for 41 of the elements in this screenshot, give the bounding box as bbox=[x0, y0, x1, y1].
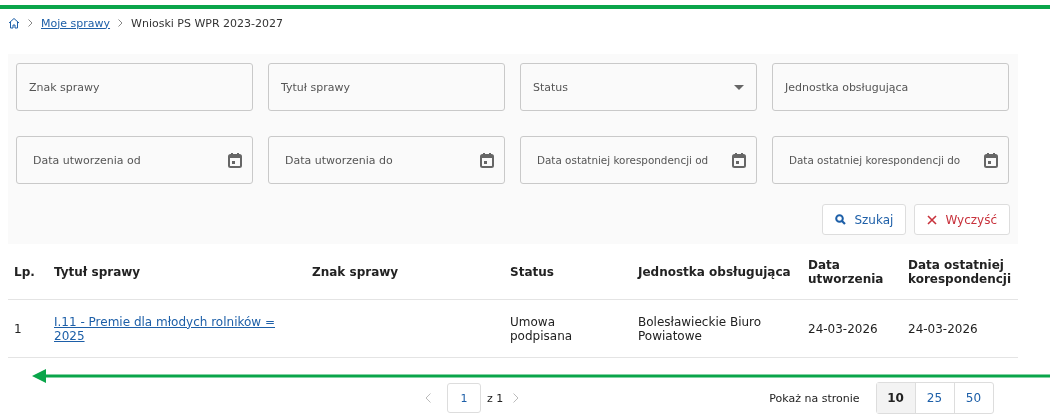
calendar-icon[interactable] bbox=[984, 152, 998, 168]
date-field[interactable]: Data utworzenia do bbox=[268, 136, 505, 184]
column-header: Data utworzenia bbox=[802, 244, 902, 300]
input-field[interactable]: Tytuł sprawy bbox=[268, 63, 505, 111]
home-icon[interactable] bbox=[8, 17, 20, 29]
column-header: Jednostka obsługująca bbox=[632, 244, 802, 300]
column-header: Tytuł sprawy bbox=[48, 244, 306, 300]
date-field[interactable]: Data utworzenia od bbox=[16, 136, 253, 184]
input-field[interactable]: Znak sprawy bbox=[16, 63, 253, 111]
page-size-option[interactable]: 50 bbox=[953, 383, 993, 413]
column-header: Lp. bbox=[8, 244, 48, 300]
column-header: Status bbox=[504, 244, 632, 300]
page-count: z 1 bbox=[487, 391, 504, 405]
status-dropdown[interactable]: Status bbox=[520, 63, 757, 111]
search-icon bbox=[835, 214, 847, 225]
table-cell: 24-03-2026 bbox=[908, 321, 978, 336]
table-cell: Bolesławieckie Biuro Powiatowe bbox=[638, 314, 762, 343]
breadcrumb-link[interactable]: Moje sprawy bbox=[41, 16, 111, 30]
page-number[interactable]: 1 bbox=[447, 383, 481, 413]
page-size-option[interactable]: 25 bbox=[914, 383, 954, 413]
table-cell: 24-03-2026 bbox=[808, 321, 878, 336]
page-size-label: Pokaż na stronie bbox=[769, 391, 860, 405]
date-field[interactable]: Data ostatniej korespondencji do bbox=[772, 136, 1009, 184]
search-button[interactable]: Szukaj bbox=[822, 204, 907, 235]
case-title-link[interactable]: I.11 - Premie dla młodych rolników = 2025 bbox=[54, 314, 284, 343]
chevron-icon bbox=[28, 19, 33, 27]
date-field[interactable]: Data ostatniej korespondencji od bbox=[520, 136, 757, 184]
breadcrumb-current: Wnioski PS WPR 2023-2027 bbox=[131, 16, 284, 30]
dropdown-caret-icon[interactable] bbox=[734, 84, 744, 90]
table-cell: 1 bbox=[14, 321, 22, 336]
clear-button[interactable]: Wyczyść bbox=[914, 204, 1010, 235]
close-icon bbox=[927, 214, 938, 225]
table-cell-text: Umowa podpisana bbox=[510, 314, 574, 343]
chevron-icon bbox=[118, 19, 124, 27]
calendar-icon[interactable] bbox=[732, 152, 746, 168]
page-size-option[interactable]: 10 bbox=[876, 383, 915, 413]
column-header: Znak sprawy bbox=[306, 244, 504, 300]
column-header: Data ostatniej korespondencji bbox=[902, 244, 1018, 300]
calendar-icon[interactable] bbox=[480, 152, 494, 168]
input-field[interactable]: Jednostka obsługująca bbox=[772, 63, 1009, 111]
calendar-icon[interactable] bbox=[228, 152, 242, 168]
